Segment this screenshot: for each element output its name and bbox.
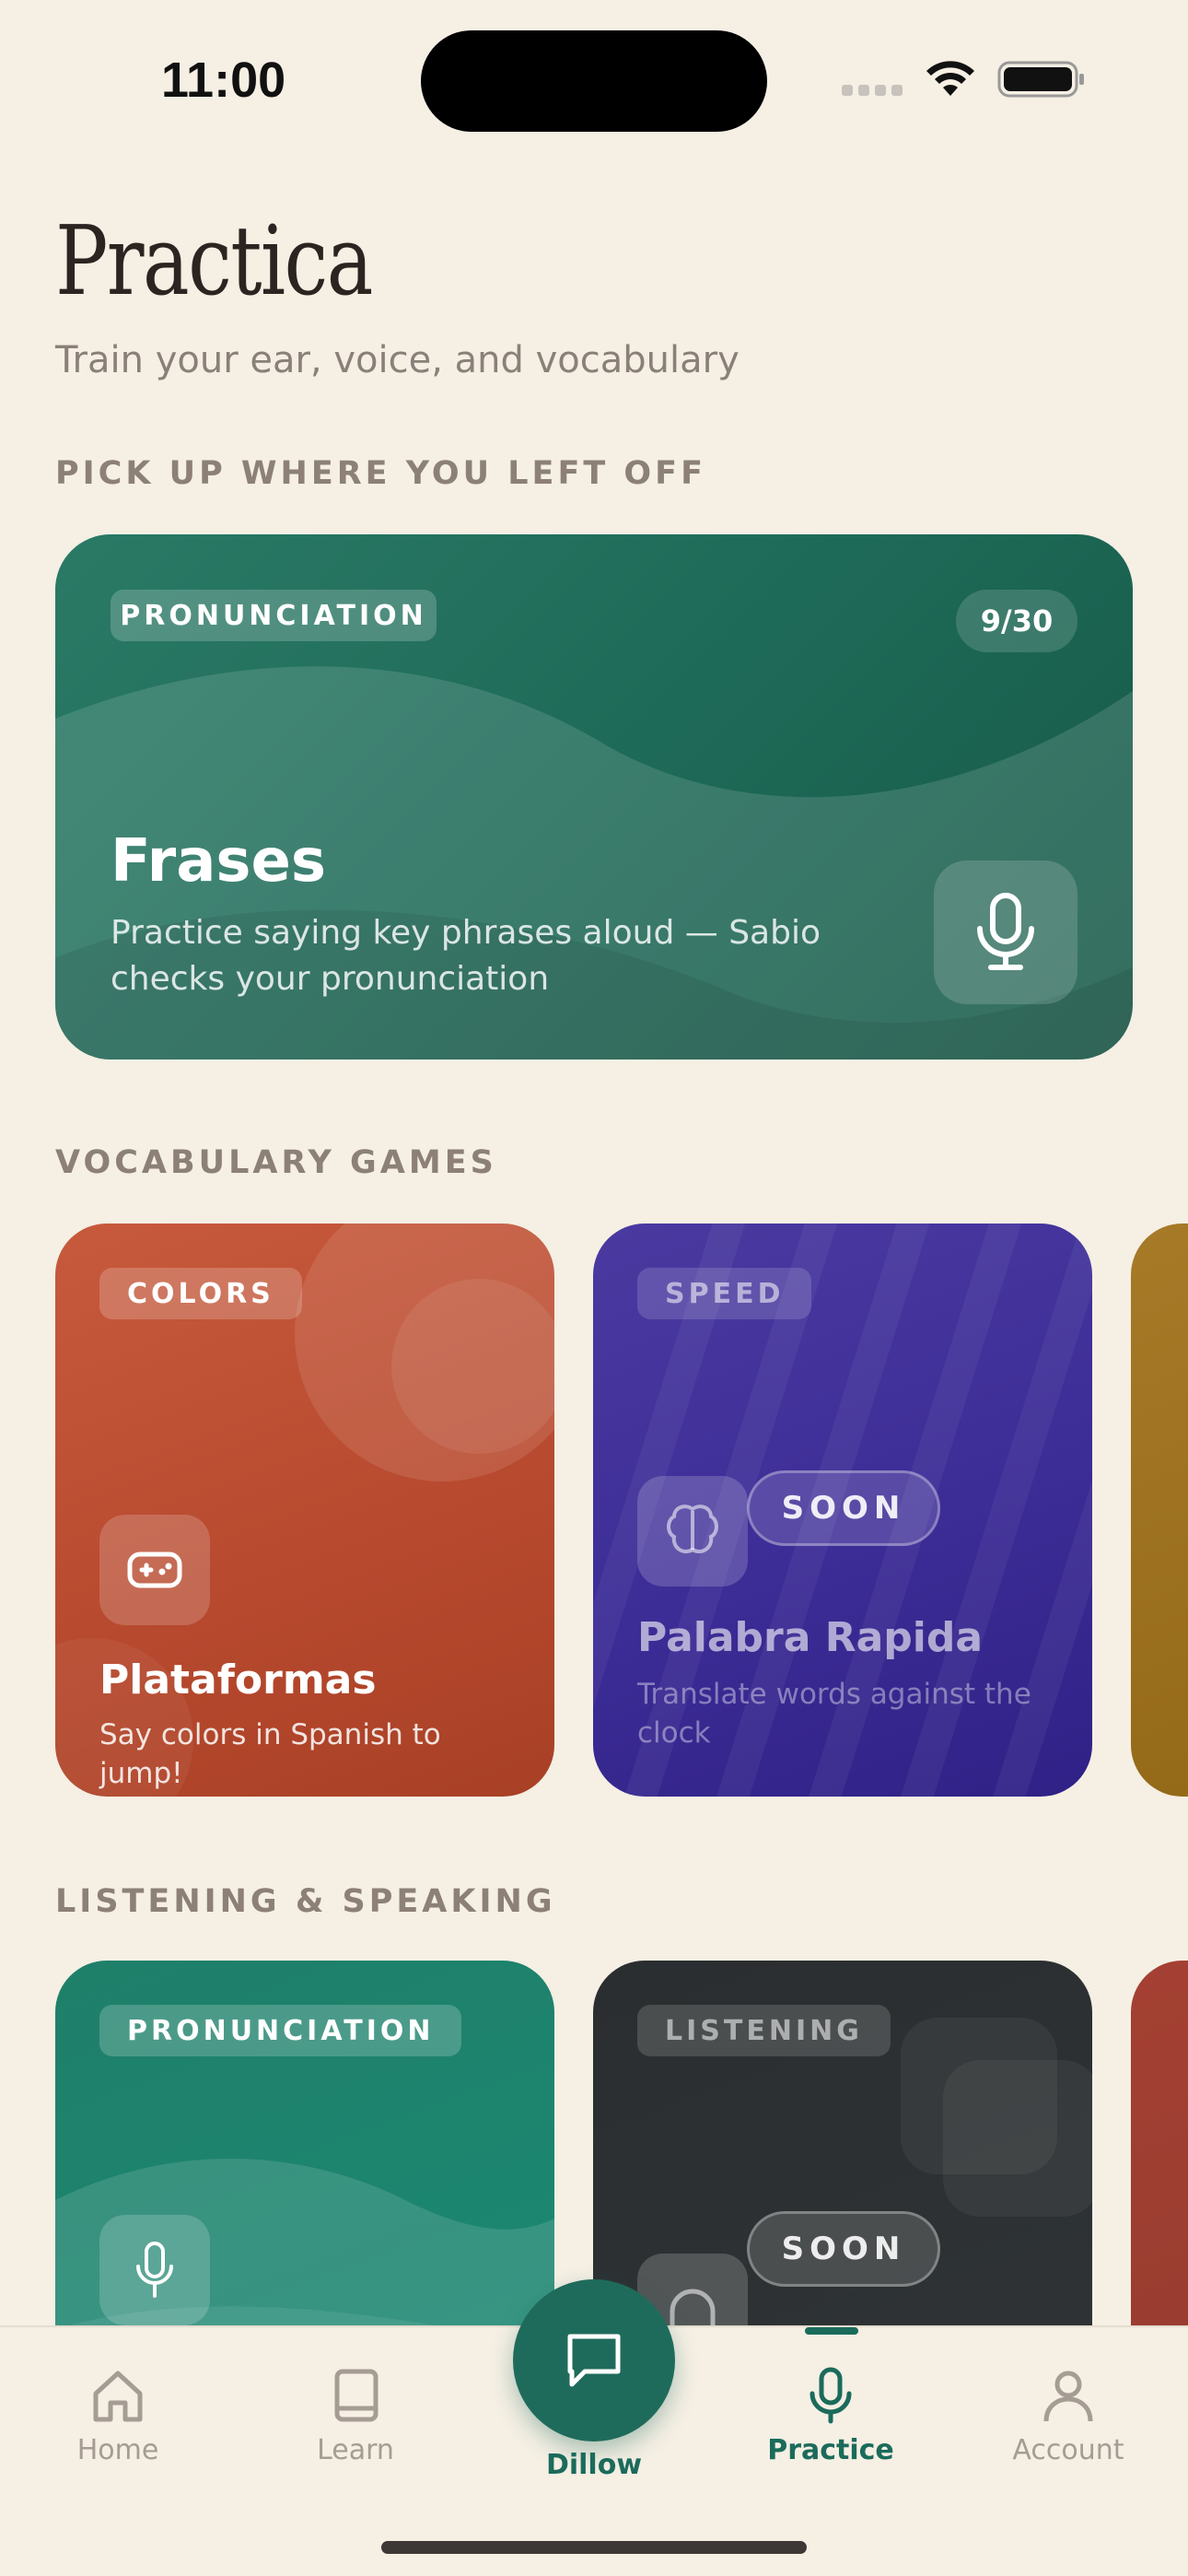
- tab-practice[interactable]: Practice: [748, 2366, 914, 2466]
- microphone-icon: [977, 893, 1034, 970]
- gamepad-icon: [127, 1551, 182, 1588]
- status-time: 11:00: [161, 53, 286, 108]
- tab-label: Account: [1012, 2434, 1124, 2466]
- microphone-icon: [809, 2367, 852, 2424]
- game-card-palabra-rapida[interactable]: SPEED SOON Palabra Rapida Translate word…: [593, 1224, 1092, 1797]
- brain-icon: [667, 1505, 718, 1554]
- status-bar: 11:00: [0, 0, 1188, 157]
- tab-home[interactable]: Home: [35, 2366, 201, 2466]
- game-card-peek[interactable]: [1131, 1961, 1188, 2325]
- progress-badge: 9/30: [956, 590, 1077, 652]
- game-card-peek[interactable]: [1131, 1224, 1188, 1797]
- section-label-vocabulary: VOCABULARY GAMES: [55, 1144, 497, 1181]
- card-title: Palabra Rapida: [637, 1614, 984, 1661]
- section-label-listening: LISTENING & SPEAKING: [55, 1883, 556, 1920]
- tab-label: Home: [76, 2434, 159, 2466]
- section-label-continue: PICK UP WHERE YOU LEFT OFF: [55, 455, 706, 492]
- game-icon-box: [99, 1515, 210, 1625]
- category-badge: PRONUNCIATION: [111, 590, 437, 641]
- game-card-listening[interactable]: LISTENING SOON: [593, 1961, 1092, 2325]
- chat-icon: [567, 2334, 621, 2387]
- page-title: Practica: [55, 205, 373, 317]
- category-badge: SPEED: [637, 1268, 812, 1319]
- page-subtitle: Train your ear, voice, and vocabulary: [55, 339, 740, 381]
- category-badge: PRONUNCIATION: [99, 2005, 462, 2056]
- battery-icon: [997, 61, 1084, 98]
- game-card-pronunciation[interactable]: PRONUNCIATION: [55, 1961, 554, 2325]
- listening-games-carousel[interactable]: PRONUNCIATION LISTENING SOON: [0, 1961, 1188, 2325]
- headphones-icon: [670, 2289, 716, 2325]
- game-icon-box: [637, 1476, 748, 1587]
- card-title: Plataformas: [99, 1657, 377, 1704]
- category-badge: COLORS: [99, 1268, 302, 1319]
- soon-badge: SOON: [747, 1470, 940, 1546]
- category-badge: LISTENING: [637, 2005, 891, 2056]
- card-title: Frases: [111, 827, 326, 896]
- book-icon: [334, 2369, 379, 2422]
- tab-label-dillow: Dillow: [545, 2449, 643, 2481]
- game-card-plataformas[interactable]: COLORS Plataformas Say colors in Spanish…: [55, 1224, 554, 1797]
- dillow-chat-button[interactable]: [513, 2279, 675, 2441]
- card-description: Say colors in Spanish to jump!: [99, 1718, 441, 1790]
- tab-label: Learn: [317, 2434, 394, 2466]
- card-description: Translate words against the clock: [637, 1678, 1031, 1750]
- tab-account[interactable]: Account: [985, 2366, 1151, 2466]
- microphone-icon: [136, 2242, 173, 2298]
- tab-learn[interactable]: Learn: [273, 2366, 438, 2466]
- cellular-signal-icon: [842, 85, 903, 96]
- home-indicator: [381, 2541, 807, 2554]
- home-icon: [93, 2371, 143, 2422]
- active-tab-indicator: [805, 2327, 858, 2335]
- soon-badge: SOON: [747, 2211, 940, 2287]
- vocabulary-games-carousel[interactable]: COLORS Plataformas Say colors in Spanish…: [0, 1224, 1188, 1804]
- card-description: Practice saying key phrases aloud — Sabi…: [111, 914, 821, 998]
- record-button[interactable]: [934, 861, 1077, 1004]
- game-icon-box: [99, 2215, 210, 2325]
- tab-label: Practice: [767, 2434, 894, 2466]
- dynamic-island: [421, 30, 767, 132]
- continue-card-frases[interactable]: PRONUNCIATION 9/30 Frases Practice sayin…: [55, 534, 1133, 1060]
- person-icon: [1043, 2371, 1093, 2422]
- wifi-icon: [926, 61, 974, 96]
